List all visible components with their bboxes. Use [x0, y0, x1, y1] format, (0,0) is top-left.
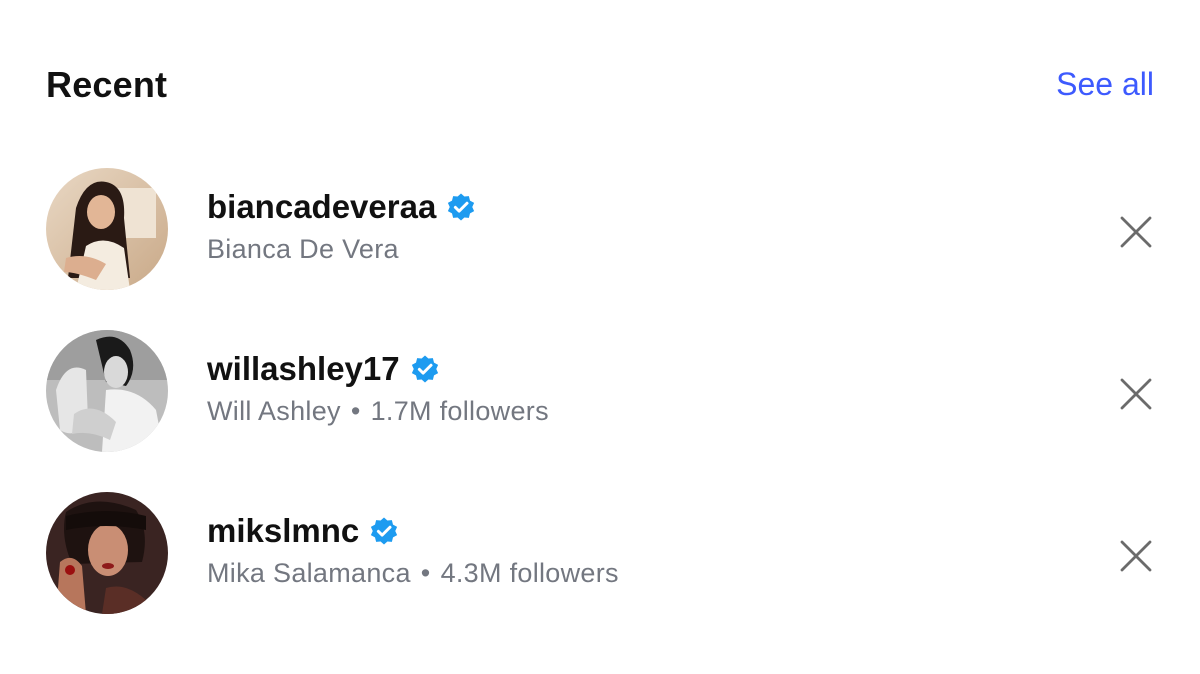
verified-badge-icon: [448, 193, 475, 221]
close-icon[interactable]: [1118, 538, 1154, 574]
username[interactable]: willashley17: [207, 350, 400, 388]
avatar[interactable]: [46, 168, 168, 290]
see-all-link[interactable]: See all: [1056, 66, 1154, 103]
avatar[interactable]: [46, 330, 168, 452]
item-subtitle: Bianca De Vera: [207, 234, 476, 265]
close-icon[interactable]: [1118, 376, 1154, 412]
close-icon[interactable]: [1118, 214, 1154, 250]
username[interactable]: mikslmnc: [207, 512, 359, 550]
separator-dot: •: [420, 558, 431, 588]
follower-count: 1.7M followers: [370, 396, 549, 426]
item-subtitle: Will Ashley • 1.7M followers: [207, 396, 549, 427]
avatar[interactable]: [46, 492, 168, 614]
recent-item[interactable]: biancadeveraa Bianca De Vera: [46, 168, 1154, 292]
recent-item[interactable]: mikslmnc Mika Salamanca • 4.3M followers: [46, 492, 1154, 616]
display-name: Mika Salamanca: [207, 558, 411, 588]
section-title: Recent: [46, 64, 168, 105]
item-subtitle: Mika Salamanca • 4.3M followers: [207, 558, 619, 589]
username[interactable]: biancadeveraa: [207, 188, 436, 226]
verified-badge-icon: [371, 517, 398, 545]
recent-item[interactable]: willashley17 Will Ashley • 1.7M followers: [46, 330, 1154, 454]
recent-header: Recent See all: [46, 60, 1154, 116]
separator-dot: •: [350, 396, 361, 426]
display-name: Will Ashley: [207, 396, 341, 426]
display-name: Bianca De Vera: [207, 234, 399, 264]
follower-count: 4.3M followers: [440, 558, 619, 588]
verified-badge-icon: [411, 355, 438, 383]
